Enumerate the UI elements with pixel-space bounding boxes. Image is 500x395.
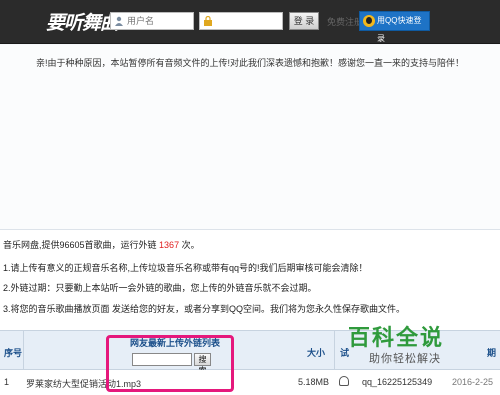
notice-panel: 亲!由于种种原因，本站暂停所有音频文件的上传!对此我们深表遗憾和抱歉！感谢您一直… [0, 45, 500, 230]
column-date: 期 [487, 348, 497, 358]
watermark-title: 百科全说 [348, 326, 445, 351]
info-panel: 音乐网盘,提供96605首歌曲，运行外链 1367 次。 1.请上传有意义的正规… [0, 230, 500, 330]
username-field[interactable] [110, 12, 194, 30]
top-bar: 要听舞曲 登 录 免费注册 用QQ快速登录 [0, 0, 500, 44]
notice-text: 亲!由于种种原因，本站暂停所有音频文件的上传!对此我们深表遗憾和抱歉！感谢您一直… [35, 58, 464, 68]
rule-2: 2.外链过期：只要勤上本站听一会外链的歌曲，您上传的外链音乐就不会过期。 [3, 283, 317, 293]
password-field[interactable] [199, 12, 283, 30]
login-button[interactable]: 登 录 [289, 12, 319, 30]
headphones-icon[interactable] [339, 376, 349, 386]
site-logo[interactable]: 要听舞曲 [46, 8, 119, 35]
column-divider [23, 331, 24, 371]
upload-date: 2016-2-25 [452, 377, 494, 387]
watermark: 百科全说 助你轻松解决 [330, 320, 480, 375]
password-input[interactable] [216, 14, 276, 28]
lock-icon [204, 16, 212, 26]
register-link[interactable]: 免费注册 [327, 15, 363, 28]
rule-3: 3.将您的音乐歌曲播放页面 发送给您的好友，或者分享到QQ空间。我们将为您永久性… [3, 304, 406, 314]
qq-icon [363, 15, 375, 27]
stats-prefix: 音乐网盘,提供96605首歌曲，运行外链 [3, 240, 157, 250]
stats-line: 音乐网盘,提供96605首歌曲，运行外链 1367 次。 [3, 238, 200, 251]
column-index: 序号 [4, 348, 23, 358]
file-size: 5.18MB [298, 377, 330, 387]
row-index: 1 [4, 377, 10, 387]
user-icon [115, 16, 123, 26]
column-size: 大小 [307, 348, 326, 358]
rule-1: 1.请上传有意义的正规音乐名称,上传垃圾音乐名称或带有qq号的!我们后期审核可能… [3, 263, 368, 273]
qq-login-button[interactable]: 用QQ快速登录 [359, 11, 430, 43]
highlight-box [106, 335, 234, 392]
watermark-subtitle: 助你轻松解决 [369, 353, 441, 365]
link-count: 1367 [159, 240, 180, 250]
stats-suffix: 次。 [181, 240, 200, 250]
username-input[interactable] [127, 14, 187, 28]
qq-login-label: 用QQ快速登录 [377, 16, 422, 43]
uploader: qq_16225125349 [362, 377, 433, 387]
